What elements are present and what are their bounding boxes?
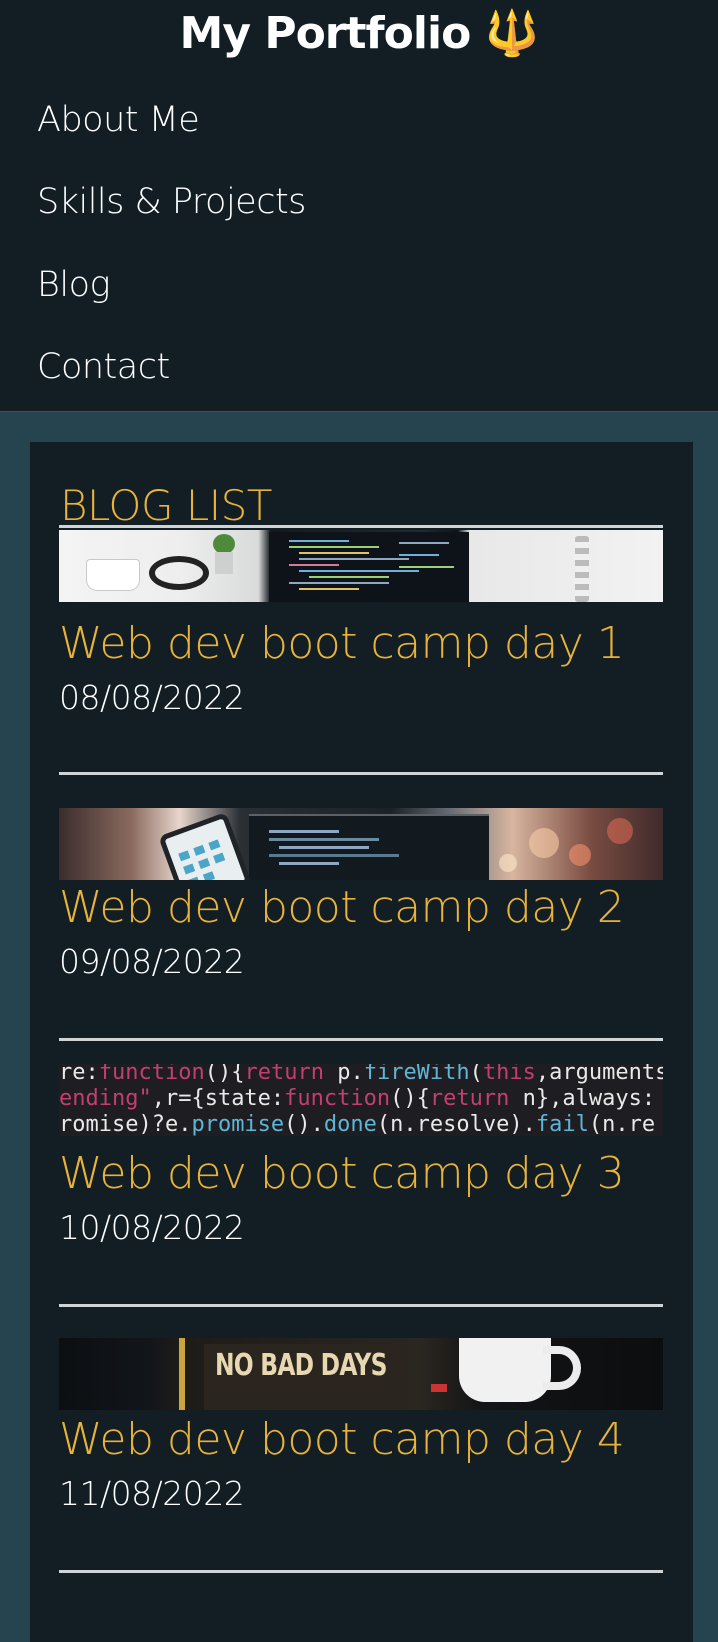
mug-image [459, 1338, 551, 1402]
frame-bar [179, 1338, 185, 1410]
divider [59, 1038, 663, 1041]
site-title-text: My Portfolio [179, 8, 472, 59]
nav-about-me[interactable]: About Me [37, 97, 200, 143]
code-line-1: re:function(){return p.fireWith(this,arg… [59, 1064, 663, 1085]
pot-image [215, 552, 233, 574]
laptop-screen-image [269, 532, 469, 602]
site-title[interactable]: My Portfolio 🔱 [0, 6, 718, 62]
code-line-3: romise)?e.promise().done(n.resolve).fail… [59, 1112, 656, 1136]
code-line-2: ending",r={state:function(){return n},al… [59, 1086, 656, 1111]
post-title[interactable]: Web dev boot camp day 2 [59, 880, 625, 936]
laptop-image [249, 814, 489, 880]
post-date: 10/08/2022 [59, 1208, 245, 1247]
headphones-image [149, 556, 209, 590]
post-title[interactable]: Web dev boot camp day 1 [59, 616, 625, 672]
plant-image [213, 534, 235, 554]
mug-image [87, 560, 139, 590]
divider [59, 1570, 663, 1573]
mug-handle [543, 1346, 581, 1390]
divider [59, 525, 663, 528]
blog-list-panel: BLOG LIST Web dev boot camp day 1 08/08/… [30, 442, 693, 1642]
post-thumbnail-phone[interactable] [59, 808, 663, 880]
site-header: My Portfolio 🔱 About Me Skills & Project… [0, 0, 718, 412]
post-date: 11/08/2022 [59, 1474, 245, 1513]
sign-text: NO BAD DAYS [215, 1348, 387, 1383]
divider [59, 772, 663, 775]
nav-contact[interactable]: Contact [37, 344, 170, 390]
post-title[interactable]: Web dev boot camp day 3 [59, 1146, 625, 1202]
divider [59, 1304, 663, 1307]
red-object [431, 1384, 447, 1392]
post-thumbnail-desk[interactable] [59, 530, 663, 602]
post-thumbnail-code[interactable]: re:function(){return p.fireWith(this,arg… [59, 1064, 663, 1136]
clock-image [575, 536, 589, 602]
post-date: 09/08/2022 [59, 942, 245, 981]
trident-icon: 🔱 [484, 8, 540, 59]
nav-skills-projects[interactable]: Skills & Projects [37, 179, 306, 225]
nav-blog[interactable]: Blog [37, 262, 111, 308]
post-thumbnail-no-bad-days[interactable]: NO BAD DAYS [59, 1338, 663, 1410]
post-date: 08/08/2022 [59, 678, 245, 717]
post-title[interactable]: Web dev boot camp day 4 [59, 1412, 625, 1468]
phone-image [158, 811, 252, 880]
